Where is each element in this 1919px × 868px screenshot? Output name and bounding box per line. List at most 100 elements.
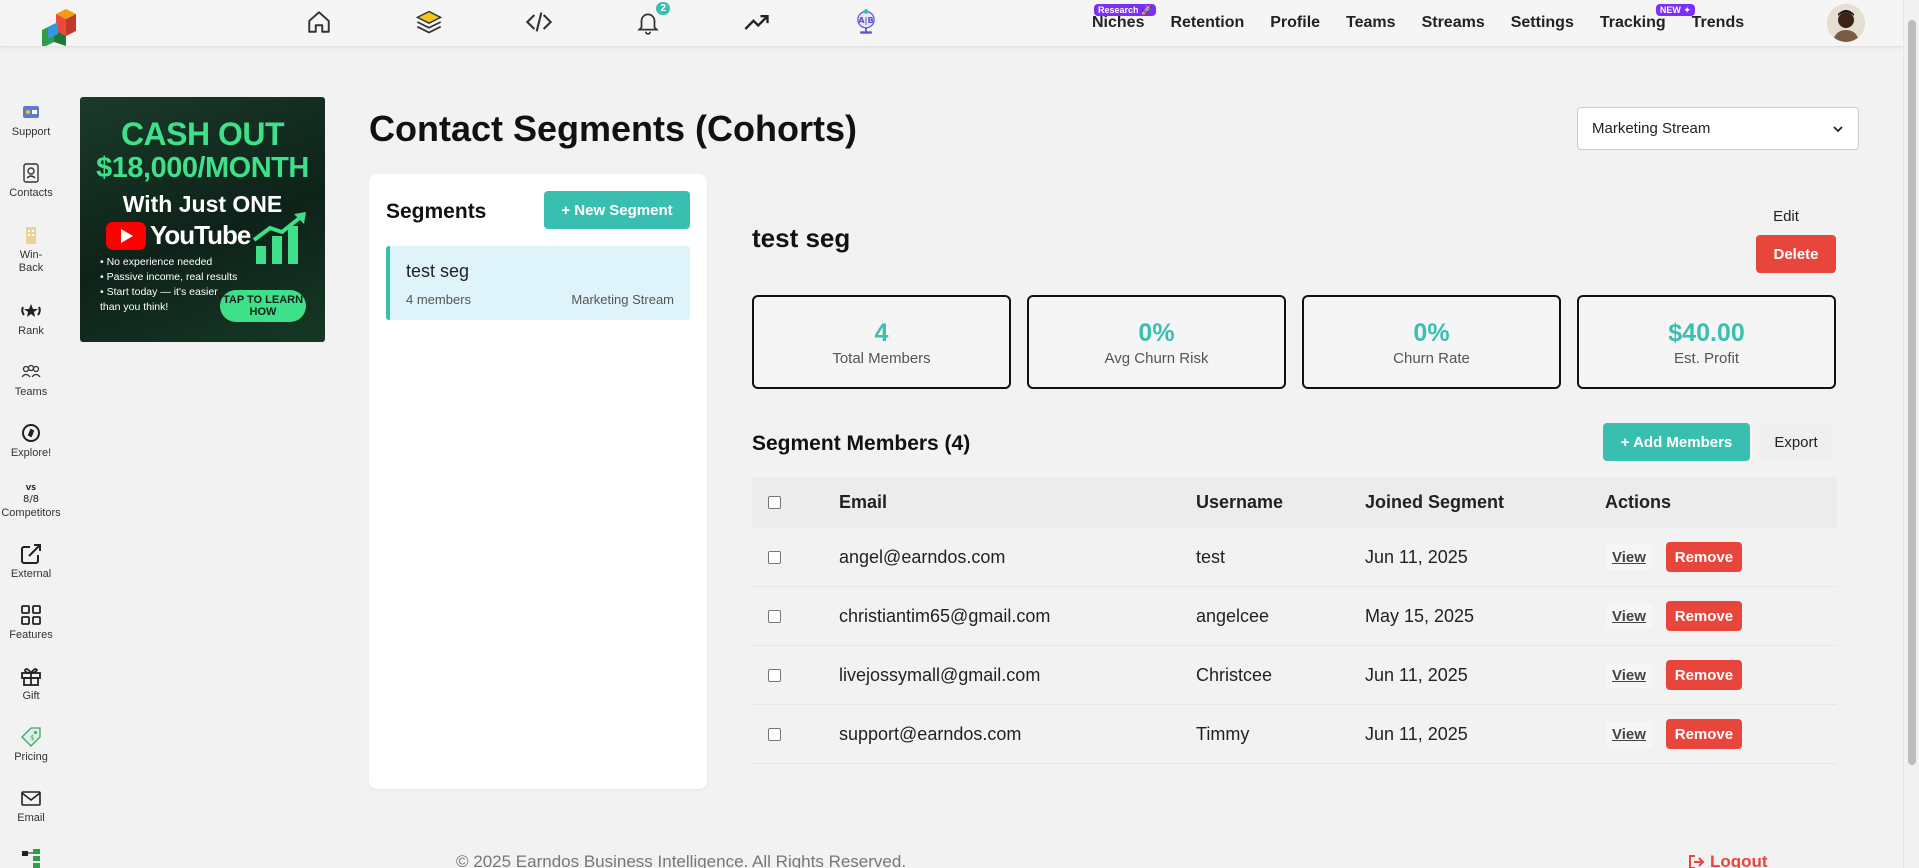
sidebar-item-features[interactable]: Features: [0, 603, 62, 642]
segment-detail-title: test seg: [752, 223, 851, 253]
sidebar-item-pricing[interactable]: $ Pricing: [0, 725, 62, 764]
sidebar-item-support[interactable]: Support: [0, 100, 62, 139]
ad-headline: CASH OUT: [120, 116, 285, 152]
logout-link[interactable]: Logout: [1688, 852, 1768, 868]
user-avatar[interactable]: [1827, 4, 1865, 42]
remove-button[interactable]: Remove: [1665, 719, 1742, 749]
members-table: Email Username Joined Segment Actions an…: [752, 477, 1837, 764]
new-badge: NEW ✦: [1655, 4, 1695, 16]
row-checkbox[interactable]: [768, 550, 781, 564]
ad-cta-button[interactable]: TAP TO LEARN HOW: [220, 290, 306, 322]
page-scrollbar[interactable]: [1903, 0, 1919, 868]
ab-test-icon[interactable]: A|B: [850, 6, 882, 38]
sidebar-item-competitors[interactable]: VS 8/8 Competitors: [0, 481, 62, 520]
add-members-button[interactable]: + Add Members: [1603, 423, 1750, 461]
sidebar-item-external[interactable]: External: [0, 542, 62, 581]
sidebar-item-explore[interactable]: Explore!: [0, 421, 62, 460]
member-username: Christcee: [1196, 664, 1273, 685]
export-button[interactable]: Export: [1760, 423, 1832, 461]
stream-select[interactable]: Marketing Stream: [1577, 107, 1859, 150]
promo-ad-banner[interactable]: CASH OUT $18,000/MONTH With Just ONE You…: [80, 97, 325, 342]
delete-button[interactable]: Delete: [1756, 235, 1836, 273]
nav-profile[interactable]: Profile: [1270, 14, 1320, 36]
view-link[interactable]: View: [1606, 662, 1652, 688]
segment-list-item[interactable]: test seg 4 members Marketing Stream: [386, 246, 690, 320]
nav-tracking[interactable]: NEW ✦ Tracking: [1600, 4, 1695, 36]
sidebar-item-teams[interactable]: Teams: [0, 360, 62, 399]
flowchart-icon: [22, 849, 40, 868]
footer-copyright: © 2025 Earndos Business Intelligence. Al…: [456, 852, 907, 868]
view-link[interactable]: View: [1606, 544, 1652, 570]
teams-icon: [21, 364, 41, 378]
segment-member-count: 4 members: [406, 292, 472, 307]
code-icon[interactable]: [523, 6, 555, 38]
table-row: support@earndos.com Timmy Jun 11, 2025 V…: [752, 705, 1837, 764]
external-link-icon: [21, 544, 41, 564]
table-row: livejossymall@gmail.com Christcee Jun 11…: [752, 646, 1837, 705]
svg-text:8/8: 8/8: [23, 494, 39, 505]
svg-text:$: $: [30, 734, 34, 742]
sidebar-item-rank[interactable]: Rank: [0, 299, 62, 338]
mail-icon: [21, 791, 41, 806]
segment-name: test seg: [406, 261, 470, 281]
compass-icon: [22, 424, 40, 442]
sidebar-item-email[interactable]: Email: [0, 786, 62, 825]
grid-icon: [21, 605, 41, 625]
member-username: angelcee: [1196, 605, 1270, 626]
member-email: angel@earndos.com: [839, 546, 1006, 567]
stat-card-churn-rate: 0% Churn Rate: [1302, 295, 1561, 389]
stat-card-avg-churn-risk: 0% Avg Churn Risk: [1027, 295, 1286, 389]
member-joined: Jun 11, 2025: [1365, 546, 1468, 567]
table-row: angel@earndos.com test Jun 11, 2025 View…: [752, 528, 1837, 587]
sidebar-item-win-back[interactable]: Win- Back: [0, 223, 62, 275]
nav-teams[interactable]: Teams: [1346, 14, 1396, 36]
youtube-logo-icon: [106, 221, 146, 250]
row-checkbox[interactable]: [768, 609, 781, 623]
svg-text:VS: VS: [26, 484, 36, 492]
trending-icon[interactable]: [741, 6, 773, 38]
table-row: christiantim65@gmail.com angelcee May 15…: [752, 587, 1837, 646]
row-checkbox[interactable]: [768, 727, 781, 741]
sidebar-item-gift[interactable]: Gift: [0, 664, 62, 703]
member-email: christiantim65@gmail.com: [839, 605, 1051, 626]
ad-bullets: No experience needed Passive income, rea…: [100, 255, 237, 315]
new-segment-button[interactable]: + New Segment: [544, 191, 690, 229]
header-email: Email: [839, 492, 888, 512]
row-checkbox[interactable]: [768, 668, 781, 682]
stat-card-est-profit: $40.00 Est. Profit: [1577, 295, 1836, 389]
member-email: support@earndos.com: [839, 723, 1022, 744]
scrollbar-thumb[interactable]: [1908, 20, 1916, 765]
sidebar-item-more[interactable]: [0, 847, 62, 868]
app-logo[interactable]: [38, 4, 80, 48]
support-icon: [23, 106, 39, 118]
notification-count-badge: 2: [656, 2, 670, 15]
remove-button[interactable]: Remove: [1665, 660, 1742, 690]
nav-trends[interactable]: Trends: [1692, 14, 1744, 36]
remove-button[interactable]: Remove: [1665, 601, 1742, 631]
nav-streams[interactable]: Streams: [1422, 14, 1485, 36]
contacts-icon: [23, 163, 39, 183]
header-joined: Joined Segment: [1365, 492, 1505, 512]
page-title: Contact Segments (Cohorts): [369, 108, 858, 149]
sidebar-item-contacts[interactable]: Contacts: [0, 161, 62, 200]
nav-retention[interactable]: Retention: [1170, 14, 1244, 36]
header-username: Username: [1196, 492, 1284, 512]
nav-settings[interactable]: Settings: [1511, 14, 1574, 36]
home-icon[interactable]: [303, 6, 335, 38]
view-link[interactable]: View: [1606, 603, 1652, 629]
view-link[interactable]: View: [1606, 721, 1652, 747]
segments-panel: Segments + New Segment test seg 4 member…: [369, 174, 707, 789]
edit-button[interactable]: Edit: [1756, 203, 1816, 229]
layers-icon[interactable]: [413, 6, 445, 38]
top-nav: Research 🚀 Niches Retention Profile Team…: [1092, 4, 1770, 36]
nav-niches[interactable]: Research 🚀 Niches: [1092, 4, 1157, 36]
member-joined: May 15, 2025: [1365, 605, 1475, 626]
remove-button[interactable]: Remove: [1665, 542, 1742, 572]
select-all-checkbox[interactable]: [768, 496, 781, 509]
svg-text:A|B: A|B: [858, 15, 874, 25]
segment-stream: Marketing Stream: [571, 292, 674, 307]
member-email: livejossymall@gmail.com: [839, 664, 1041, 685]
chevron-down-icon: [1833, 125, 1843, 132]
ad-youtube: YouTube: [106, 220, 251, 251]
notification-bell-icon[interactable]: 2: [632, 2, 670, 38]
